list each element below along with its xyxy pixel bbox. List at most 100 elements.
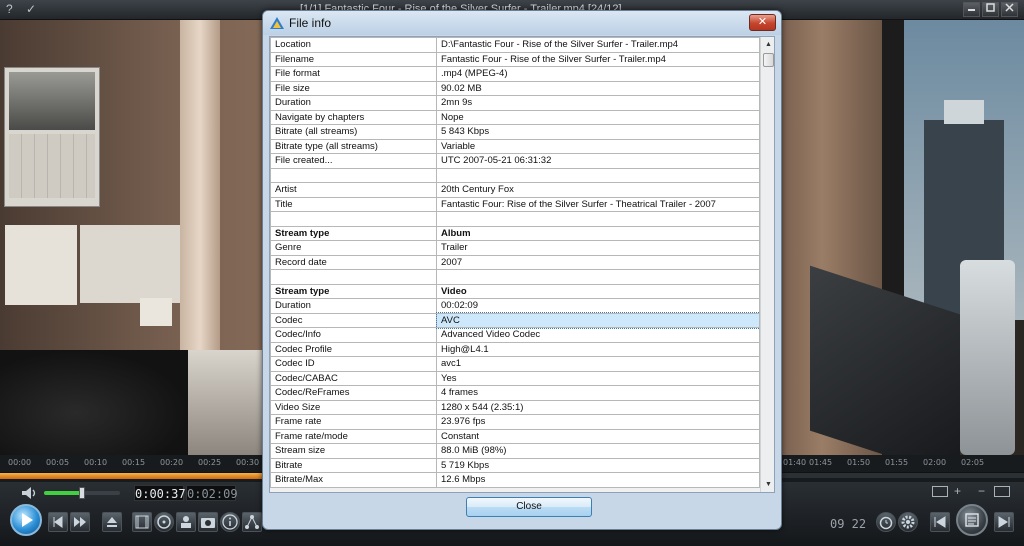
skip-back-button[interactable] [930, 512, 950, 532]
timeline-tick: 00:25 [198, 458, 222, 467]
info-key: Codec [270, 312, 437, 328]
info-key: Stream type [270, 225, 437, 241]
info-row[interactable]: Codec/CABAC Yes [270, 370, 760, 386]
play-icon [22, 513, 33, 527]
scroll-thumb[interactable] [763, 53, 774, 67]
info-row[interactable]: Genre Trailer [270, 240, 760, 256]
volume-handle[interactable] [79, 487, 85, 499]
timeline-tick: 01:50 [847, 458, 871, 467]
info-value: Trailer [436, 240, 760, 256]
info-row[interactable]: Frame rate 23.976 fps [270, 414, 760, 430]
dialog-close-button[interactable]: ✕ [749, 14, 776, 31]
info-value: UTC 2007-05-21 06:31:32 [436, 153, 760, 169]
info-row[interactable] [270, 269, 760, 285]
desk-lamp [960, 260, 1015, 455]
app-logo-icon [270, 17, 284, 29]
screen-size-icon[interactable] [932, 486, 948, 497]
info-row[interactable]: File size 90.02 MB [270, 80, 760, 96]
info-row[interactable]: Bitrate type (all streams) Variable [270, 138, 760, 154]
eject-button[interactable] [102, 512, 122, 532]
minimize-button[interactable] [963, 2, 980, 17]
info-key: Genre [270, 240, 437, 256]
info-value: 88.0 MiB (98%) [436, 443, 760, 459]
info-row[interactable]: Codec ID avc1 [270, 356, 760, 372]
maximize-button[interactable] [982, 2, 999, 17]
info-key: Codec Profile [270, 341, 437, 357]
vertical-scrollbar[interactable]: ▲ ▼ [760, 37, 774, 492]
info-key: Bitrate type (all streams) [270, 138, 437, 154]
fast-forward-button[interactable] [70, 512, 90, 532]
info-button[interactable] [220, 512, 240, 532]
info-row[interactable] [270, 167, 760, 183]
film-icon [135, 515, 149, 529]
info-value: 12.6 Mbps [436, 472, 760, 488]
window-mode-icon[interactable] [994, 486, 1010, 497]
timeline-tick: 00:20 [160, 458, 184, 467]
help-icon[interactable]: ? [6, 2, 13, 16]
info-row[interactable]: Bitrate 5 719 Kbps [270, 457, 760, 473]
previous-frame-button[interactable] [48, 512, 68, 532]
info-row[interactable]: File format .mp4 (MPEG-4) [270, 66, 760, 82]
network-icon [245, 515, 259, 529]
skip-forward-button[interactable] [994, 512, 1014, 532]
media-player-window: ? ✓ [1/1] Fantastic Four - Rise of the S… [0, 0, 1024, 546]
timeline-tick: 00:30 [236, 458, 260, 467]
timeline-tick: 02:00 [923, 458, 947, 467]
info-row[interactable]: Navigate by chapters Nope [270, 109, 760, 125]
info-row[interactable]: Record date 2007 [270, 254, 760, 270]
info-row[interactable]: Codec/Info Advanced Video Codec [270, 327, 760, 343]
info-key: Frame rate [270, 414, 437, 430]
info-value: D:\Fantastic Four - Rise of the Silver S… [436, 37, 760, 53]
info-key: Location [270, 37, 437, 53]
info-row[interactable]: Codec Profile High@L4.1 [270, 341, 760, 357]
screenshot-button[interactable] [198, 512, 218, 532]
settings-button[interactable] [898, 512, 918, 532]
scroll-down-arrow[interactable]: ▼ [762, 478, 774, 491]
minimize-icon [968, 9, 975, 11]
info-row[interactable]: File created... UTC 2007-05-21 06:31:32 [270, 153, 760, 169]
info-row[interactable]: Location D:\Fantastic Four - Rise of the … [270, 37, 760, 53]
info-row[interactable]: Codec/ReFrames 4 frames [270, 385, 760, 401]
info-key: Bitrate (all streams) [270, 124, 437, 140]
info-row[interactable]: Stream type Video [270, 283, 760, 299]
zoom-minus[interactable]: − [978, 484, 985, 498]
file-info-dialog: File info ✕ Location D:\Fantastic Four - … [262, 10, 782, 530]
info-row[interactable]: Stream type Album [270, 225, 760, 241]
close-button[interactable]: Close [466, 497, 592, 517]
playlist-button[interactable] [176, 512, 196, 532]
info-row[interactable]: Filename Fantastic Four - Rise of the Sil… [270, 51, 760, 67]
dvd-button[interactable] [154, 512, 174, 532]
skip-forward-icon [998, 516, 1010, 528]
info-row[interactable]: Duration 00:02:09 [270, 298, 760, 314]
dialog-title: File info [289, 16, 332, 30]
gear-icon [901, 515, 915, 529]
wall-calendar [4, 67, 100, 207]
current-time: 0:00:37 [134, 485, 186, 501]
info-row[interactable]: Stream size 88.0 MiB (98%) [270, 443, 760, 459]
menu-button[interactable] [956, 504, 988, 536]
dialog-title-bar[interactable]: File info ✕ [263, 11, 781, 35]
info-table: Location D:\Fantastic Four - Rise of the … [270, 37, 761, 488]
scroll-up-arrow[interactable]: ▲ [762, 38, 774, 51]
window-close-button[interactable] [1001, 2, 1018, 17]
play-button[interactable] [10, 504, 42, 536]
pin-icon[interactable]: ✓ [26, 2, 36, 16]
info-row[interactable]: Title Fantastic Four: Rise of the Silver … [270, 196, 760, 212]
info-value: Nope [436, 109, 760, 125]
alarm-button[interactable] [876, 512, 896, 532]
zoom-plus[interactable]: + [954, 484, 961, 498]
info-row[interactable]: Codec AVC [270, 312, 761, 329]
info-key: Frame rate/mode [270, 428, 437, 444]
info-row[interactable]: Duration 2mn 9s [270, 95, 760, 111]
info-key: File created... [270, 153, 437, 169]
info-row[interactable]: Artist 20th Century Fox [270, 182, 760, 198]
info-row[interactable]: Bitrate (all streams) 5 843 Kbps [270, 124, 760, 140]
volume-icon[interactable] [20, 485, 38, 506]
info-row[interactable] [270, 211, 760, 227]
info-row[interactable]: Video Size 1280 x 544 (2.35:1) [270, 399, 760, 415]
volume-slider[interactable] [44, 487, 120, 499]
info-row[interactable]: Frame rate/mode Constant [270, 428, 760, 444]
filmstrip-button[interactable] [132, 512, 152, 532]
share-button[interactable] [242, 512, 262, 532]
info-row[interactable]: Bitrate/Max 12.6 Mbps [270, 472, 760, 488]
